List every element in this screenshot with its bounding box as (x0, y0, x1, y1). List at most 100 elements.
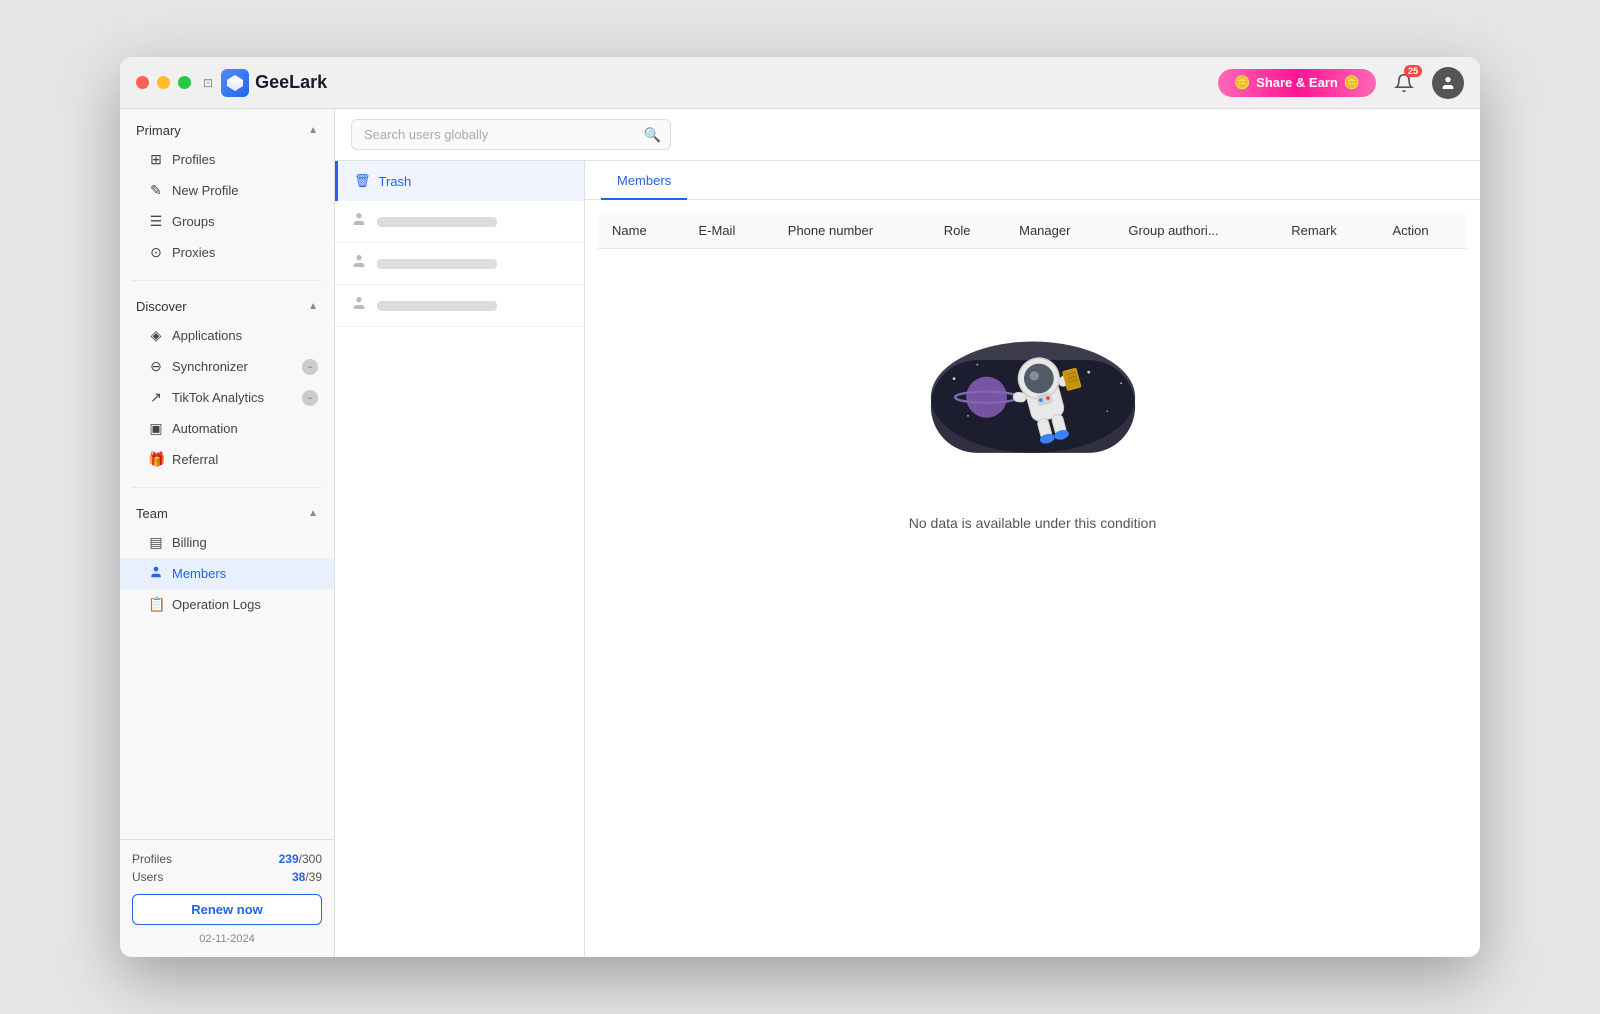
sidebar-toggle[interactable]: ⊡ (203, 76, 213, 90)
sidebar-item-groups[interactable]: ☰ Groups (120, 206, 334, 237)
automation-label: Automation (172, 421, 238, 436)
proxies-label: Proxies (172, 245, 215, 260)
app-body: Primary ▲ ⊞ Profiles ✎ New Profile ☰ Gro… (120, 109, 1480, 957)
titlebar: ⊡ GeeLark 🪙 Share & Earn 🪙 25 (120, 57, 1480, 109)
notification-badge: 25 (1404, 65, 1422, 77)
maximize-button[interactable] (178, 76, 191, 89)
app-name: GeeLark (255, 72, 327, 93)
col-action: Action (1378, 213, 1467, 249)
astronaut-illustration (903, 309, 1163, 495)
table-header: Name E-Mail Phone number Role Manager Gr… (598, 213, 1468, 249)
users-stat-label: Users (132, 870, 163, 884)
sidebar-item-applications[interactable]: ◈ Applications (120, 320, 334, 351)
close-button[interactable] (136, 76, 149, 89)
sidebar-section-discover-header[interactable]: Discover ▲ (120, 293, 334, 320)
operation-logs-icon: 📋 (148, 596, 164, 613)
empty-state-text: No data is available under this conditio… (909, 515, 1157, 531)
minimize-button[interactable] (157, 76, 170, 89)
groups-label: Groups (172, 214, 215, 229)
share-earn-banner[interactable]: 🪙 Share & Earn 🪙 (1218, 69, 1376, 97)
tiktok-analytics-badge: − (302, 390, 318, 406)
sidebar-item-proxies[interactable]: ⊙ Proxies (120, 237, 334, 268)
table-container: Name E-Mail Phone number Role Manager Gr… (585, 200, 1480, 957)
logo-area: GeeLark (221, 69, 327, 97)
users-stat-value: 38/39 (292, 870, 322, 884)
notifications-button[interactable]: 25 (1388, 67, 1420, 99)
table-body: No data is available under this conditio… (598, 249, 1468, 592)
new-profile-icon: ✎ (148, 182, 164, 199)
trash-label: Trash (379, 174, 412, 189)
coin-icon-left: 🪙 (1234, 75, 1250, 91)
tab-bar: Members (585, 161, 1480, 200)
expiry-date: 02-11-2024 (132, 933, 322, 945)
sidebar-item-synchronizer[interactable]: ⊖ Synchronizer − (120, 351, 334, 382)
users-stat-row: Users 38/39 (132, 870, 322, 884)
tab-members[interactable]: Members (601, 161, 687, 200)
sidebar-item-automation[interactable]: ▣ Automation (120, 413, 334, 444)
top-search-bar: 🔍 (335, 109, 1480, 161)
main-content: 🔍 🗑 Trash (335, 109, 1480, 957)
synchronizer-icon: ⊖ (148, 358, 164, 375)
referral-label: Referral (172, 452, 218, 467)
primary-section-label: Primary (136, 123, 181, 138)
content-area: 🗑 Trash (335, 161, 1480, 957)
sidebar-item-members[interactable]: Members (120, 558, 334, 589)
list-item[interactable] (335, 285, 584, 327)
profiles-label: Profiles (172, 152, 215, 167)
members-table: Name E-Mail Phone number Role Manager Gr… (597, 212, 1468, 592)
members-label: Members (172, 566, 226, 581)
share-earn-label: Share & Earn (1256, 75, 1338, 90)
sidebar-section-primary: Primary ▲ ⊞ Profiles ✎ New Profile ☰ Gro… (120, 109, 334, 276)
sidebar-item-profiles[interactable]: ⊞ Profiles (120, 144, 334, 175)
left-panel: 🗑 Trash (335, 161, 585, 957)
user-avatar[interactable] (1432, 67, 1464, 99)
groups-icon: ☰ (148, 213, 164, 230)
user-icon-2 (351, 253, 367, 274)
sidebar-item-referral[interactable]: 🎁 Referral (120, 444, 334, 475)
user-icon-3 (351, 295, 367, 316)
empty-state: No data is available under this conditio… (598, 249, 1467, 591)
col-manager: Manager (1005, 213, 1114, 249)
col-role: Role (930, 213, 1005, 249)
sidebar-section-team: Team ▲ ▤ Billing Members (120, 492, 334, 628)
col-phone: Phone number (774, 213, 930, 249)
search-icon: 🔍 (644, 126, 661, 143)
trash-item[interactable]: 🗑 Trash (335, 161, 584, 201)
profiles-stat-row: Profiles 239/300 (132, 852, 322, 866)
referral-icon: 🎁 (148, 451, 164, 468)
automation-icon: ▣ (148, 420, 164, 437)
synchronizer-badge: − (302, 359, 318, 375)
app-window: ⊡ GeeLark 🪙 Share & Earn 🪙 25 (120, 57, 1480, 957)
new-profile-label: New Profile (172, 183, 238, 198)
applications-label: Applications (172, 328, 242, 343)
list-item[interactable] (335, 243, 584, 285)
renew-button[interactable]: Renew now (132, 894, 322, 925)
discover-chevron-icon: ▲ (308, 301, 318, 312)
sidebar-section-team-header[interactable]: Team ▲ (120, 500, 334, 527)
sidebar-section-primary-header[interactable]: Primary ▲ (120, 117, 334, 144)
global-search-input[interactable] (351, 119, 671, 150)
billing-icon: ▤ (148, 534, 164, 551)
sidebar-item-billing[interactable]: ▤ Billing (120, 527, 334, 558)
trash-icon: 🗑 (354, 173, 371, 189)
right-panel: Members Name E-Mail Phone number Role (585, 161, 1480, 957)
app-logo-icon (221, 69, 249, 97)
user-icon-1 (351, 211, 367, 232)
sidebar-section-discover: Discover ▲ ◈ Applications ⊖ Synchronizer… (120, 285, 334, 483)
billing-label: Billing (172, 535, 207, 550)
col-email: E-Mail (685, 213, 774, 249)
sidebar-bottom: Profiles 239/300 Users 38/39 Renew now 0… (120, 839, 334, 957)
divider-2 (132, 487, 322, 488)
col-remark: Remark (1277, 213, 1378, 249)
sidebar-item-new-profile[interactable]: ✎ New Profile (120, 175, 334, 206)
window-controls (136, 76, 191, 89)
col-name: Name (598, 213, 685, 249)
profiles-icon: ⊞ (148, 151, 164, 168)
global-search-wrap: 🔍 (351, 119, 671, 150)
sidebar-item-operation-logs[interactable]: 📋 Operation Logs (120, 589, 334, 620)
list-item[interactable] (335, 201, 584, 243)
empty-state-cell: No data is available under this conditio… (598, 249, 1468, 592)
profiles-stat-value: 239/300 (279, 852, 322, 866)
sidebar-item-tiktok-analytics[interactable]: ↗ TikTok Analytics − (120, 382, 334, 413)
tiktok-analytics-icon: ↗ (148, 389, 164, 406)
